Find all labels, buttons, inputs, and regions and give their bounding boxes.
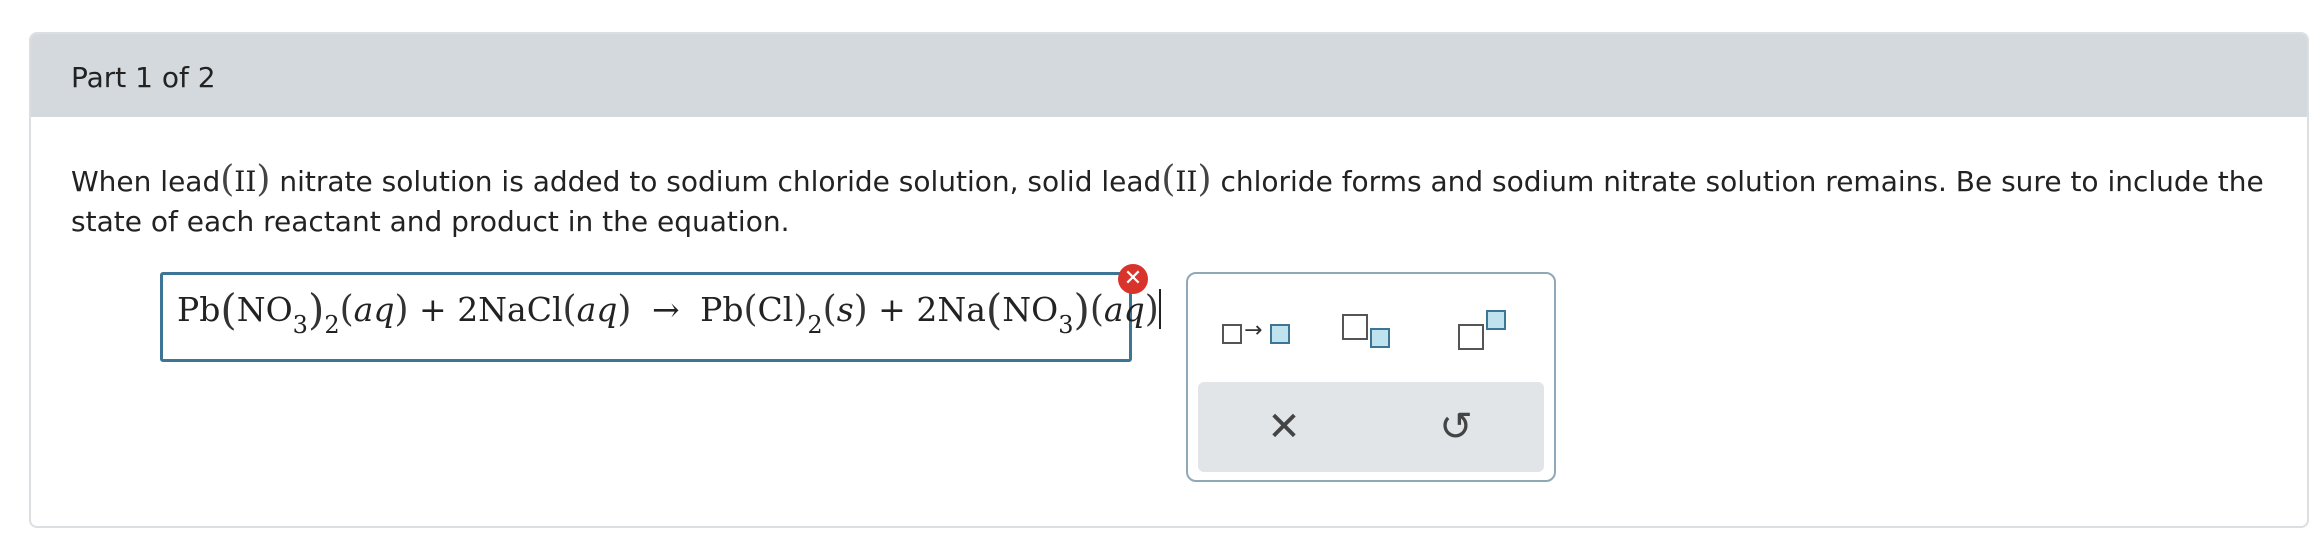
paren: ( — [562, 289, 577, 330]
reaction-arrow-icon[interactable]: → — [1212, 304, 1292, 364]
product-2-ion: NO — [1002, 290, 1059, 329]
question-text: When lead(II) nitrate solution is added … — [71, 160, 2271, 242]
paren: ( — [339, 289, 354, 330]
product-2-element: 2Na — [916, 290, 986, 329]
reaction-arrow: → — [651, 290, 680, 329]
product-1-element: Pb — [700, 290, 744, 329]
paren: ) — [394, 289, 409, 330]
placeholder-box — [1458, 324, 1484, 350]
superscript-icon[interactable] — [1448, 304, 1528, 364]
reactant-1-ion: NO — [236, 290, 293, 329]
paren: ( — [1089, 289, 1104, 330]
subscript-icon[interactable] — [1332, 304, 1412, 364]
paren-close: ) — [256, 159, 271, 200]
placeholder-box — [1342, 314, 1368, 340]
equation-input[interactable]: Pb(NO3)2(aq) + 2NaCl(aq) → Pb(Cl)2(s) + … — [160, 272, 1161, 362]
reactant-1-subscript: 2 — [324, 311, 340, 339]
plus-sign: + — [419, 290, 447, 329]
reactant-2: 2NaCl — [457, 290, 563, 329]
error-icon[interactable]: ✕ — [1118, 264, 1148, 294]
clear-button[interactable]: ✕ — [1254, 402, 1314, 452]
equation-content: Pb(NO3)2(aq) + 2NaCl(aq) → Pb(Cl)2(s) + … — [177, 285, 1161, 339]
product-2-inner-subscript: 3 — [1058, 311, 1074, 339]
paren: ) — [1073, 285, 1090, 334]
action-bar: ✕ ↺ — [1198, 382, 1544, 472]
card-header: Part 1 of 2 — [31, 34, 2307, 117]
oxidation-state-2: II — [1175, 165, 1198, 198]
placeholder-box — [1486, 310, 1506, 330]
arrow-glyph: → — [1244, 318, 1263, 343]
undo-button[interactable]: ↺ — [1426, 402, 1486, 452]
placeholder-box — [1222, 324, 1242, 344]
reactant-1-state: aq — [353, 290, 395, 329]
oxidation-state-1: II — [234, 165, 257, 198]
plus-sign: + — [878, 290, 906, 329]
text-caret — [1158, 289, 1161, 329]
paren-open: ( — [220, 159, 235, 200]
product-1-ion: Cl — [757, 290, 794, 329]
reactant-2-state: aq — [576, 290, 618, 329]
paren: ) — [617, 289, 632, 330]
placeholder-box — [1370, 328, 1390, 348]
equation-toolbar: → ✕ ↺ — [1186, 272, 1556, 482]
paren: ) — [793, 289, 808, 330]
product-1-subscript: 2 — [807, 311, 823, 339]
paren-open: ( — [1161, 159, 1176, 200]
product-1-state: s — [836, 290, 854, 329]
product-2-state: aq — [1103, 290, 1145, 329]
question-text-2: nitrate solution is added to sodium chlo… — [270, 165, 1162, 198]
paren: ) — [853, 289, 868, 330]
reactant-1-element: Pb — [177, 290, 221, 329]
question-text-1: When lead — [71, 165, 221, 198]
reactant-1-inner-subscript: 3 — [292, 311, 308, 339]
paren: ( — [220, 285, 237, 334]
placeholder-box — [1270, 324, 1290, 344]
paren: ( — [985, 285, 1003, 334]
paren-close: ) — [1197, 159, 1212, 200]
paren: ) — [307, 285, 325, 334]
paren: ( — [822, 289, 837, 330]
part-label: Part 1 of 2 — [71, 61, 216, 94]
paren: ( — [743, 289, 758, 330]
paren: ) — [1144, 289, 1159, 330]
